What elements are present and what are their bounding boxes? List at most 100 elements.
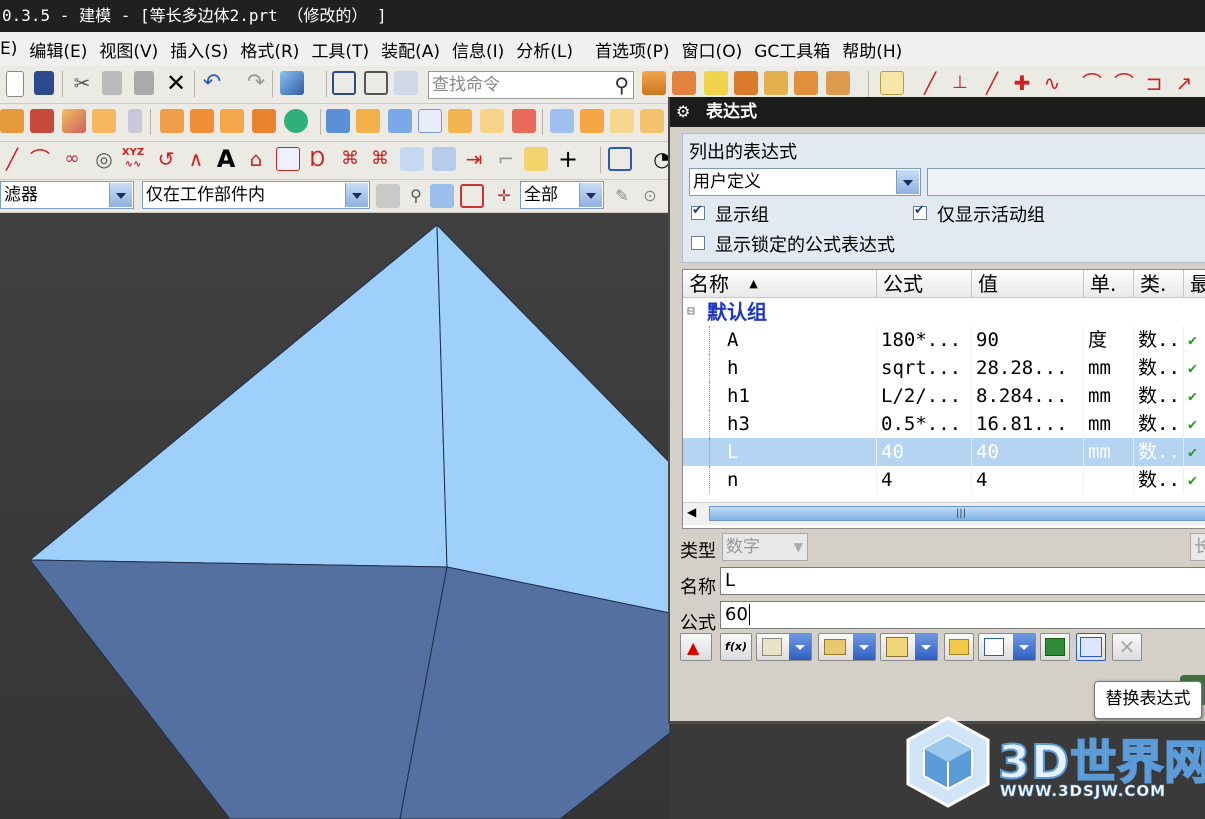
graphics-viewport[interactable] bbox=[0, 213, 670, 819]
measure-button[interactable] bbox=[756, 633, 812, 661]
point-tool-icon[interactable]: + bbox=[556, 147, 580, 171]
arc-icon[interactable]: ⌒ bbox=[1080, 71, 1104, 95]
sketch-icon[interactable] bbox=[332, 71, 356, 95]
thicken-icon[interactable] bbox=[640, 109, 664, 133]
hole-pattern-icon[interactable] bbox=[220, 109, 244, 133]
boolean-icon[interactable] bbox=[550, 109, 574, 133]
select-options-icon[interactable] bbox=[376, 184, 400, 208]
accept-edit-button[interactable]: ▲ bbox=[680, 633, 712, 661]
body-select-icon[interactable] bbox=[430, 184, 454, 208]
offset-curve-icon[interactable] bbox=[276, 147, 300, 171]
line-tool-icon[interactable]: ╱ bbox=[0, 147, 24, 171]
scroll-left-icon[interactable]: ◀ bbox=[687, 505, 696, 519]
horizontal-scrollbar[interactable]: ◀ ||| bbox=[683, 502, 1205, 525]
octahedron-model[interactable] bbox=[0, 213, 670, 819]
center-point-icon[interactable]: ⊙ bbox=[638, 184, 662, 208]
extract-curve-icon[interactable] bbox=[400, 147, 424, 171]
divide-curve-icon[interactable] bbox=[524, 147, 548, 171]
function-button[interactable]: f(x) bbox=[720, 633, 752, 661]
column-header-latest[interactable]: 最 bbox=[1184, 270, 1205, 298]
snap-toggle-icon[interactable] bbox=[880, 71, 904, 95]
collapse-icon[interactable]: ⊟ bbox=[687, 298, 695, 326]
helix-icon[interactable]: ◎ bbox=[92, 147, 116, 171]
table-row[interactable]: n 4 4 数.. ✔ bbox=[683, 466, 1205, 494]
project-curve-icon[interactable]: ⌘ bbox=[368, 147, 392, 171]
law-curve-icon[interactable]: XYZ ∿∿ bbox=[118, 147, 148, 171]
list-options-button[interactable] bbox=[978, 633, 1036, 661]
show-groups-checkbox[interactable] bbox=[691, 203, 705, 220]
only-active-group-checkbox[interactable] bbox=[913, 203, 927, 220]
sweep-icon[interactable] bbox=[388, 109, 412, 133]
group-filter-field[interactable] bbox=[927, 168, 1205, 196]
cylinder-icon[interactable] bbox=[128, 109, 142, 133]
menu-edit[interactable]: 编辑(E) bbox=[23, 37, 93, 62]
command-search-input[interactable]: 查找命令 ⚲ bbox=[428, 71, 634, 99]
table-row[interactable]: h1 L/2/... 8.284... mm 数.. ✔ bbox=[683, 382, 1205, 410]
emboss-icon[interactable] bbox=[160, 109, 184, 133]
search-icon[interactable]: ⚲ bbox=[614, 72, 629, 98]
menu-analysis[interactable]: 分析(L) bbox=[510, 37, 579, 62]
mirror-icon[interactable] bbox=[610, 109, 634, 133]
table-row[interactable]: h sqrt... 28.28... mm 数.. ✔ bbox=[683, 354, 1205, 382]
join-curve-icon[interactable]: ⌘ bbox=[338, 147, 362, 171]
scroll-thumb[interactable]: ||| bbox=[709, 506, 1205, 521]
trim-body-icon[interactable] bbox=[356, 109, 380, 133]
menu-window[interactable]: 窗口(O) bbox=[676, 37, 749, 62]
delete-icon[interactable]: ✕ bbox=[164, 71, 188, 95]
delete-expression-button[interactable]: ✕ bbox=[1112, 633, 1142, 661]
arc-tool-icon[interactable]: ⌒ bbox=[28, 147, 52, 171]
fit-view-icon[interactable] bbox=[608, 147, 632, 171]
scope-select[interactable]: 仅在工作部件内 bbox=[142, 181, 370, 209]
new-file-icon[interactable] bbox=[6, 71, 24, 97]
pattern-icon[interactable] bbox=[190, 109, 214, 133]
shell-icon[interactable] bbox=[448, 109, 472, 133]
group-row[interactable]: ⊟ 默认组 bbox=[683, 298, 1205, 326]
chain-icon[interactable]: ∞ bbox=[60, 147, 84, 171]
column-header-unit[interactable]: 单. bbox=[1084, 270, 1134, 298]
menu-preferences[interactable]: 首选项(P) bbox=[579, 37, 676, 62]
table-row[interactable]: L 40 40 mm 数.. ✔ bbox=[683, 438, 1205, 466]
listed-expressions-select[interactable]: 用户定义 bbox=[689, 168, 921, 196]
menu-assembly[interactable]: 装配(A) bbox=[375, 37, 446, 62]
unite-icon[interactable] bbox=[252, 109, 276, 133]
replace-expression-button[interactable] bbox=[1076, 633, 1106, 661]
menu-file-partial[interactable]: E) bbox=[0, 39, 23, 59]
spreadsheet-edit-button[interactable] bbox=[1040, 633, 1070, 661]
sheet-metal-icon[interactable] bbox=[704, 71, 728, 95]
part-navigator-icon[interactable] bbox=[394, 71, 418, 95]
offset-face-icon[interactable] bbox=[512, 109, 536, 133]
arrow-corner-icon[interactable]: ↗ bbox=[1172, 71, 1196, 95]
rotate-view-icon[interactable]: ◔ bbox=[650, 147, 668, 171]
table-row[interactable]: A 180*... 90 度数.. ✔ bbox=[683, 326, 1205, 354]
bridge-curve-icon[interactable]: Ɒ bbox=[306, 147, 330, 171]
formula-input[interactable]: 60 bbox=[720, 601, 1205, 629]
spline-icon[interactable]: ∿ bbox=[1040, 71, 1064, 95]
point-icon[interactable]: ⊥ bbox=[948, 71, 972, 95]
block-icon[interactable] bbox=[62, 109, 86, 133]
routing-icon[interactable] bbox=[794, 71, 818, 95]
open-folder-button[interactable] bbox=[944, 633, 974, 661]
paste-icon[interactable] bbox=[134, 71, 154, 95]
column-header-type[interactable]: 类. bbox=[1134, 270, 1184, 298]
draft-icon[interactable] bbox=[480, 109, 504, 133]
point-select-icon[interactable]: ✛ bbox=[492, 184, 516, 208]
copy-icon[interactable] bbox=[102, 71, 122, 95]
fillet-curve-icon[interactable]: ⌒ bbox=[1112, 71, 1136, 95]
cross-point-icon[interactable]: ✚ bbox=[1010, 71, 1034, 95]
save-icon[interactable] bbox=[34, 71, 54, 95]
menu-view[interactable]: 视图(V) bbox=[93, 37, 164, 62]
shape-studio-icon[interactable] bbox=[642, 71, 666, 95]
dashed-line-icon[interactable]: ╱ bbox=[980, 71, 1004, 95]
column-header-value[interactable]: 值 bbox=[972, 270, 1084, 298]
dialog-titlebar[interactable]: ⚙ 表达式 bbox=[670, 97, 1205, 127]
feature-select-icon[interactable]: ⚲ bbox=[404, 184, 428, 208]
drafting-icon[interactable] bbox=[826, 71, 850, 95]
type-filter-select[interactable]: 滤器 bbox=[0, 181, 134, 209]
layer-icon[interactable] bbox=[364, 71, 388, 95]
cut-icon[interactable]: ✂ bbox=[70, 71, 94, 95]
bracket-icon[interactable]: ⊐ bbox=[1142, 71, 1166, 95]
menu-tools[interactable]: 工具(T) bbox=[305, 37, 375, 62]
sphere-feature-icon[interactable] bbox=[284, 109, 308, 133]
redo-icon[interactable]: ↷ bbox=[244, 71, 268, 95]
menu-help[interactable]: 帮助(H) bbox=[836, 37, 908, 62]
